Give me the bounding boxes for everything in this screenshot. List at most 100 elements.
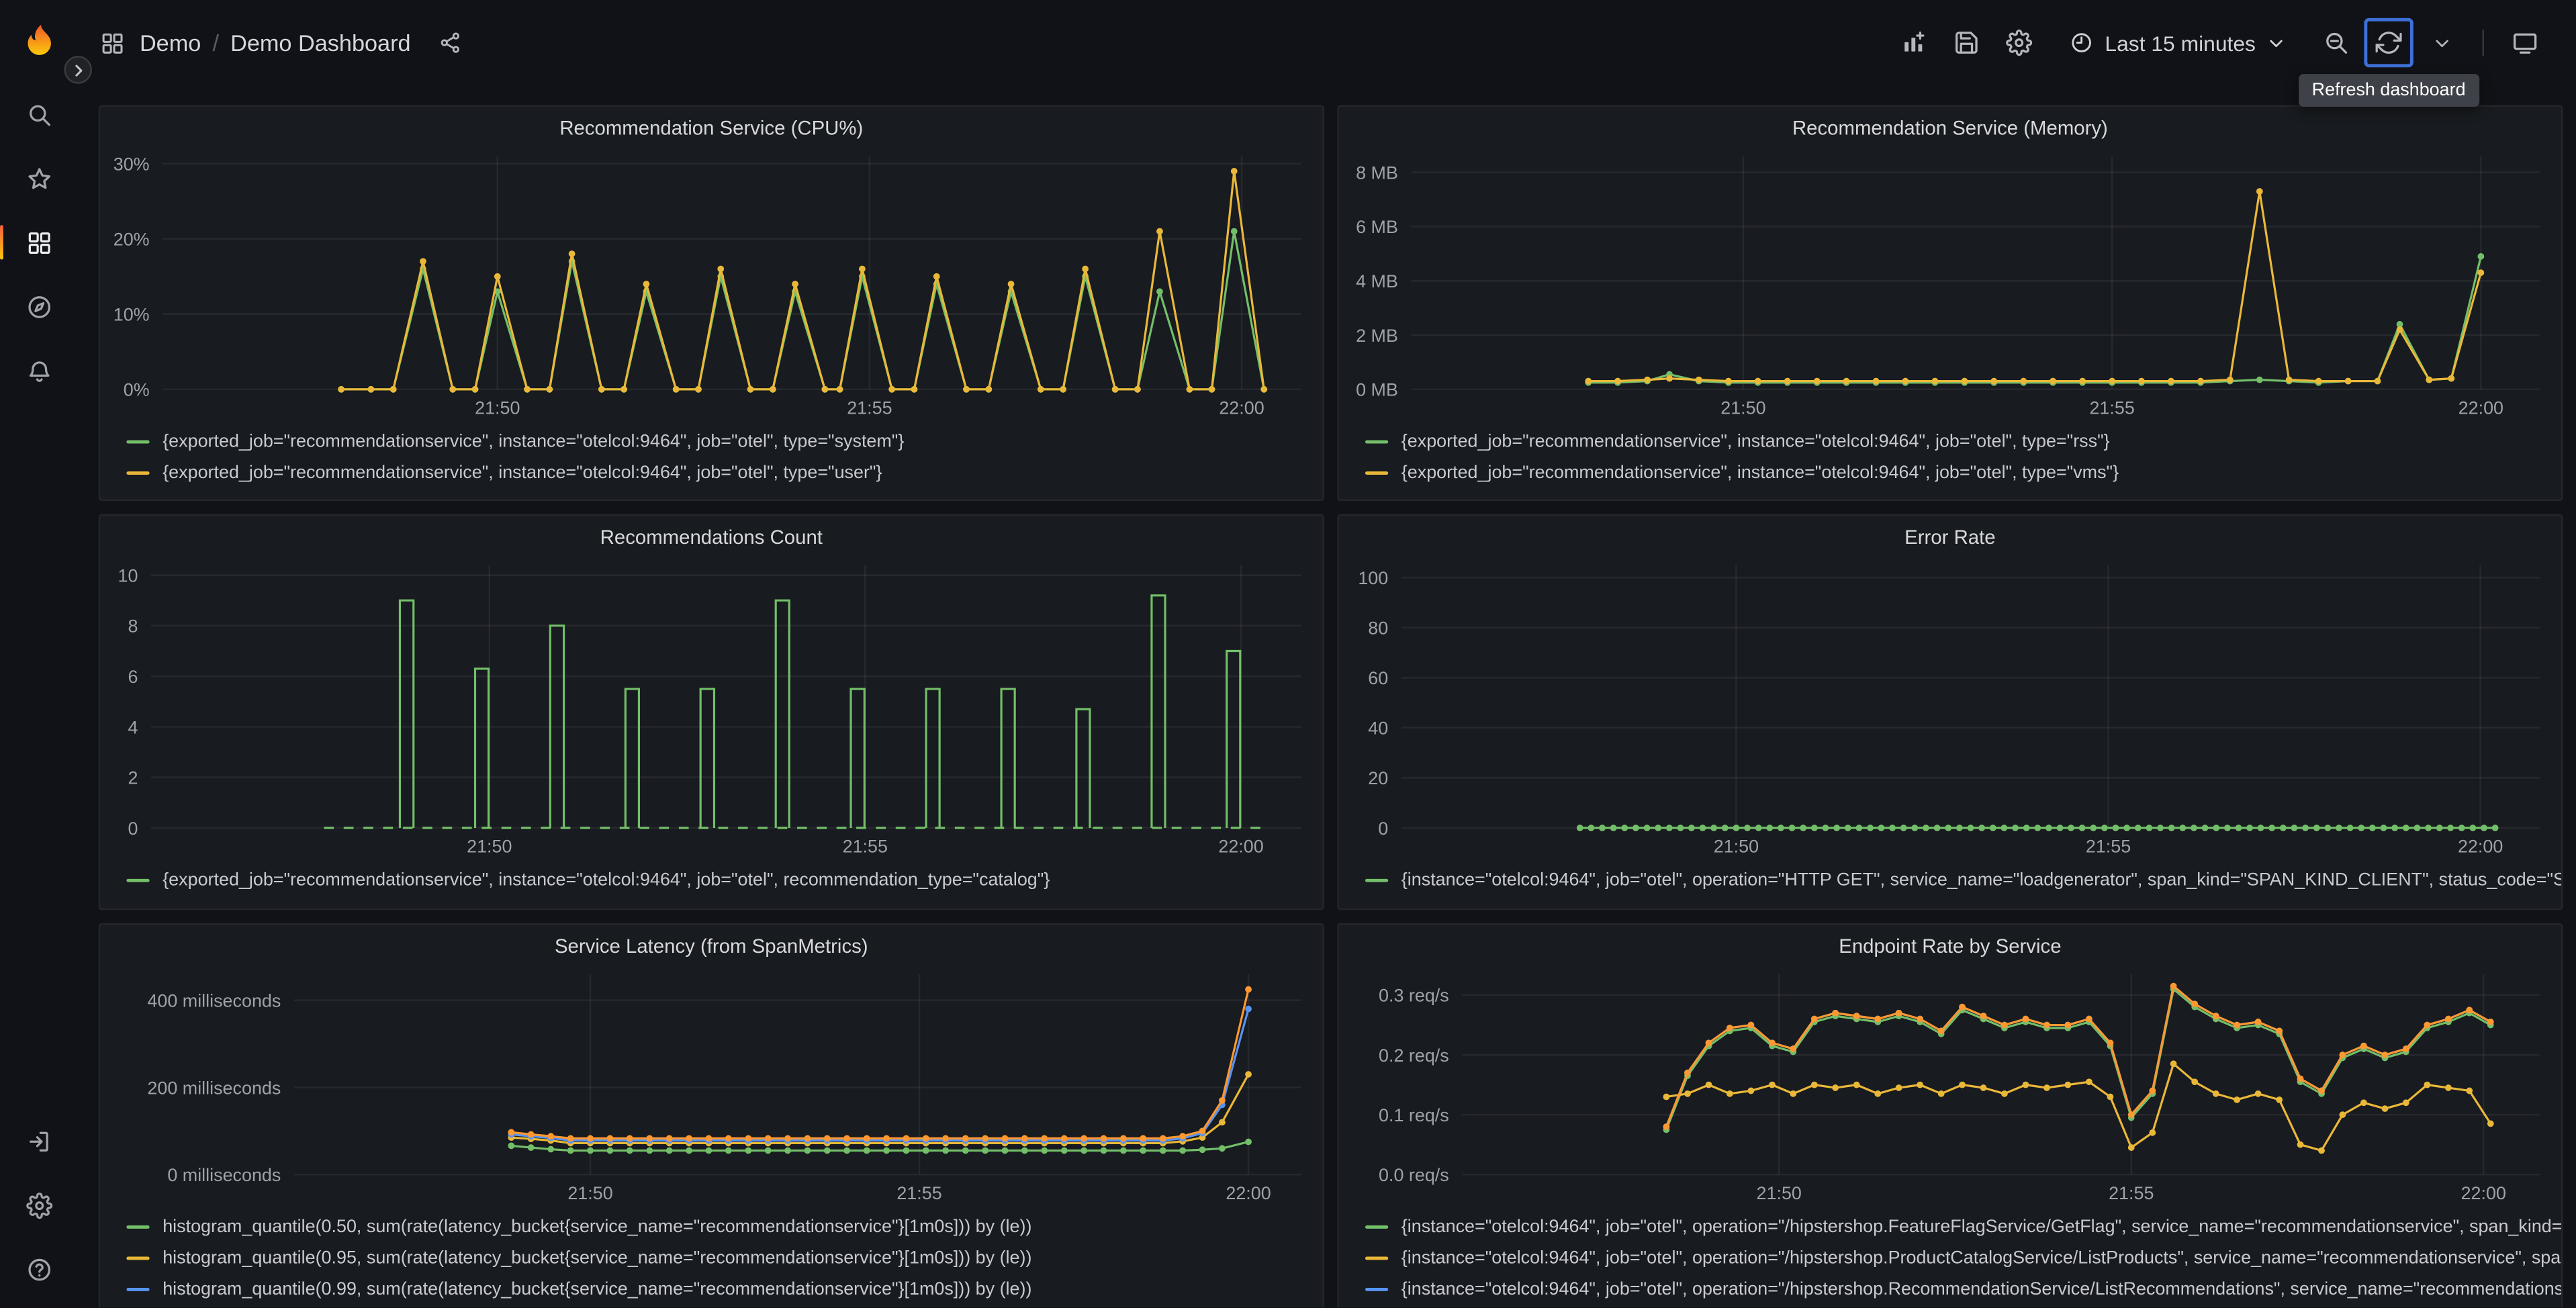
svg-text:21:55: 21:55 <box>847 398 892 418</box>
time-series-chart[interactable]: 0 milliseconds 200 milliseconds 400 millis… <box>105 964 1315 1207</box>
bell-icon <box>26 357 52 383</box>
share-dashboard-button[interactable] <box>426 18 475 67</box>
svg-text:21:50: 21:50 <box>1714 837 1759 857</box>
legend-item[interactable]: {exported_job="recommendationservice", i… <box>1339 426 2561 457</box>
time-series-chart[interactable]: 0 2 4 6 8 10 21:50 21:55 22:00 <box>105 555 1315 861</box>
panel-title[interactable]: Recommendation Service (CPU%) <box>100 107 1322 146</box>
panel-title[interactable]: Endpoint Rate by Service <box>1339 925 2561 964</box>
refresh-interval-dropdown[interactable] <box>2417 18 2466 67</box>
panel-recommendation-cpu: Recommendation Service (CPU%) 0% 10% 20% 30… <box>98 105 1324 502</box>
svg-text:22:00: 22:00 <box>1218 837 1263 857</box>
svg-text:22:00: 22:00 <box>1226 1183 1271 1203</box>
time-series-chart[interactable]: 0 MB 2 MB 4 MB 6 MB 8 MB 21:50 21:55 22:00 <box>1344 146 2553 422</box>
legend-swatch <box>126 439 150 443</box>
clock-icon <box>2070 31 2093 54</box>
svg-text:22:00: 22:00 <box>2461 1183 2506 1203</box>
sidebar-item-dashboards[interactable] <box>0 210 77 274</box>
panel-recommendation-memory: Recommendation Service (Memory) 0 MB 2 MB… <box>1337 105 2563 502</box>
zoom-out-time-button[interactable] <box>2311 18 2360 67</box>
legend: {exported_job="recommendationservice", i… <box>100 864 1322 895</box>
svg-text:21:55: 21:55 <box>843 837 888 857</box>
legend-item[interactable]: {exported_job="recommendationservice", i… <box>100 457 1322 487</box>
sidebar-expand-button[interactable] <box>64 56 93 84</box>
svg-text:6: 6 <box>128 667 138 687</box>
svg-text:60: 60 <box>1368 668 1388 688</box>
sidebar-item-sign-in[interactable] <box>0 1109 77 1172</box>
sidebar-item-alerting[interactable] <box>0 338 77 402</box>
panel-error-rate: Error Rate 0 20 40 60 80 100 21:50 21:55 22:00 {… <box>1337 514 2563 910</box>
svg-text:0%: 0% <box>124 380 150 400</box>
grafana-logo-button[interactable] <box>12 16 64 68</box>
legend-item[interactable]: histogram_quantile(0.99, sum(rate(latenc… <box>100 1273 1322 1304</box>
legend-label: {instance="otelcol:9464", job="otel", op… <box>1401 1216 2561 1236</box>
time-series-chart[interactable]: 0.0 req/s 0.1 req/s 0.2 req/s 0.3 req/s 21:5… <box>1344 964 2553 1207</box>
time-range-picker[interactable]: Last 15 minutes <box>2054 18 2302 67</box>
svg-text:20: 20 <box>1368 768 1388 788</box>
legend-swatch <box>126 878 150 882</box>
legend-swatch <box>126 1224 150 1228</box>
breadcrumb-current[interactable]: Demo Dashboard <box>230 30 410 56</box>
svg-text:4 MB: 4 MB <box>1356 271 1398 291</box>
svg-text:8 MB: 8 MB <box>1356 162 1398 183</box>
legend: {instance="otelcol:9464", job="otel", op… <box>1339 1211 2561 1307</box>
refresh-dashboard-button[interactable] <box>2364 17 2413 68</box>
sidebar-item-starred[interactable] <box>0 146 77 210</box>
panel-service-latency: Service Latency (from SpanMetrics) 0 mil… <box>98 923 1324 1308</box>
svg-text:6 MB: 6 MB <box>1356 217 1398 237</box>
legend-label: histogram_quantile(0.99, sum(rate(latenc… <box>163 1278 1032 1299</box>
legend-label: {instance="otelcol:9464", job="otel", op… <box>1401 1248 2561 1268</box>
sidebar-bottom-menu <box>0 1109 77 1301</box>
legend-item[interactable]: histogram_quantile(0.50, sum(rate(latenc… <box>100 1211 1322 1242</box>
breadcrumb-root[interactable]: Demo <box>140 30 201 56</box>
sidebar-item-search[interactable] <box>0 82 77 146</box>
svg-text:0 milliseconds: 0 milliseconds <box>167 1165 281 1185</box>
sidebar-item-explore[interactable] <box>0 275 77 338</box>
time-series-chart[interactable]: 0% 10% 20% 30% 21:50 21:55 22:00 <box>105 146 1315 422</box>
apps-icon <box>100 30 125 55</box>
save-dashboard-button[interactable] <box>1942 18 1991 67</box>
legend-label: {exported_job="recommendationservice", i… <box>163 870 1050 890</box>
legend-item[interactable]: {instance="otelcol:9464", job="otel", op… <box>1339 1304 2561 1307</box>
svg-text:21:50: 21:50 <box>567 1183 612 1203</box>
breadcrumb: Demo / Demo Dashboard <box>100 18 475 67</box>
legend-item[interactable]: {instance="otelcol:9464", job="otel", op… <box>1339 1273 2561 1304</box>
add-panel-icon <box>1901 30 1927 56</box>
grafana-app: Demo / Demo Dashboard Last 15 minutes Re… <box>0 0 2576 1308</box>
chevron-right-icon <box>70 62 86 78</box>
panel-title[interactable]: Error Rate <box>1339 516 2561 555</box>
svg-text:21:55: 21:55 <box>2109 1183 2154 1203</box>
svg-text:0.3 req/s: 0.3 req/s <box>1379 986 1449 1006</box>
legend-label: {instance="otelcol:9464", job="otel", op… <box>1401 870 2561 890</box>
panel-title[interactable]: Recommendations Count <box>100 516 1322 555</box>
legend-item[interactable]: {instance="otelcol:9464", job="otel", op… <box>1339 1211 2561 1242</box>
svg-text:21:55: 21:55 <box>2086 837 2131 857</box>
sidebar-item-help[interactable] <box>0 1237 77 1301</box>
svg-text:8: 8 <box>128 616 138 637</box>
legend-item[interactable]: {exported_job="recommendationservice", i… <box>100 426 1322 457</box>
legend-item[interactable]: {instance="otelcol:9464", job="otel", op… <box>1339 864 2561 895</box>
legend-swatch <box>126 1256 150 1260</box>
tv-mode-button[interactable] <box>2500 18 2549 67</box>
legend-item[interactable]: {exported_job="recommendationservice", i… <box>1339 457 2561 487</box>
legend-item[interactable]: {instance="otelcol:9464", job="otel", op… <box>1339 1242 2561 1273</box>
panel-title[interactable]: Recommendation Service (Memory) <box>1339 107 2561 146</box>
legend: {exported_job="recommendationservice", i… <box>100 426 1322 488</box>
legend-item[interactable]: histogram_quantile(0.999, sum(rate(laten… <box>100 1304 1322 1307</box>
compass-icon <box>26 293 52 320</box>
apps-icon <box>26 229 52 255</box>
add-panel-button[interactable] <box>1890 18 1939 67</box>
svg-text:200 milliseconds: 200 milliseconds <box>147 1078 281 1098</box>
sidebar-item-configuration[interactable] <box>0 1173 77 1237</box>
legend-swatch <box>1365 878 1389 882</box>
svg-text:22:00: 22:00 <box>2458 837 2503 857</box>
svg-text:30%: 30% <box>113 154 150 174</box>
legend-swatch <box>126 470 150 474</box>
dashboard-settings-button[interactable] <box>1995 18 2044 67</box>
svg-text:2 MB: 2 MB <box>1356 326 1398 346</box>
refresh-group: Refresh dashboard <box>2299 17 2479 107</box>
sidebar <box>0 0 77 1308</box>
legend-item[interactable]: {exported_job="recommendationservice", i… <box>100 864 1322 895</box>
time-series-chart[interactable]: 0 20 40 60 80 100 21:50 21:55 22:00 <box>1344 555 2553 861</box>
legend-item[interactable]: histogram_quantile(0.95, sum(rate(latenc… <box>100 1242 1322 1273</box>
panel-title[interactable]: Service Latency (from SpanMetrics) <box>100 925 1322 964</box>
